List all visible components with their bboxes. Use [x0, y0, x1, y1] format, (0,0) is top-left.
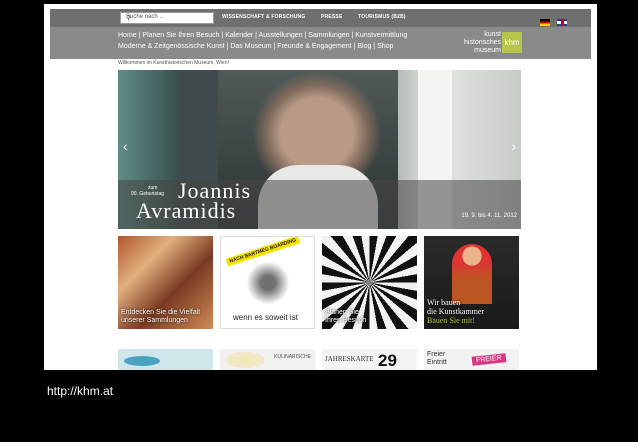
bottom-tile-4-tag: FREIER: [471, 353, 507, 366]
nav-blog[interactable]: Blog: [357, 43, 371, 50]
bottom-tile-2-label: KULINARISCHE: [274, 354, 311, 360]
nav-row-2: Moderne & Zeitgenössische Kunst | Das Mu…: [118, 43, 394, 50]
hero-small-text: zum 90. Geburtstag: [131, 185, 164, 197]
top-links: WISSENSCHAFT & FORSCHUNG PRESSE TOURISMU…: [222, 14, 420, 20]
tile-sammlungen[interactable]: Entdecken Sie die Vielfalt unserer Samml…: [118, 236, 213, 329]
bottom-tile-3-label: JAHRESKARTE: [325, 355, 374, 363]
nav-shop[interactable]: Shop: [377, 43, 393, 50]
tile-caption: Planen Sie Ihren Besuch: [325, 309, 366, 325]
tile-4-figure: [452, 244, 492, 304]
logo-text: kunst historisches museum: [464, 31, 501, 55]
tile-4-line-3: Bauen Sie mit!: [427, 316, 475, 325]
logo-line-1: kunst: [484, 31, 501, 38]
tile-caption: Wir bauen die Kunstkammer Bauen Sie mit!: [427, 298, 484, 325]
hero-prev-arrow-icon[interactable]: ‹: [123, 138, 128, 154]
tile-boarding[interactable]: NACH BARTMEG BOARDING wenn es soweit ist: [220, 236, 315, 329]
bottom-tile-3[interactable]: JAHRESKARTE 29: [322, 349, 417, 370]
logo-line-2: historisches: [464, 39, 501, 46]
bottom-tile-3-number: 29: [378, 351, 397, 370]
tile-1-line-2: unserer Sammlungen: [121, 317, 188, 324]
bottom-tile-4[interactable]: Freier Eintritt FREIER: [424, 349, 519, 370]
tile-1-line-1: Entdecken Sie die Vielfalt: [121, 309, 201, 316]
bottom-tile-2[interactable]: KULINARISCHE: [220, 349, 315, 370]
nav-planen[interactable]: Planen Sie Ihren Besuch: [142, 32, 219, 39]
bottom-tile-4-text: Freier Eintritt: [427, 351, 447, 367]
tile-2-caption: wenn es soweit ist: [233, 313, 298, 322]
welcome-text: Willkommen im Kunsthistorischen Museum, …: [118, 60, 229, 66]
nav-ausstellungen[interactable]: Ausstellungen: [259, 32, 303, 39]
scribble-drawing: [239, 262, 297, 304]
tile-3-line-1: Planen Sie: [325, 309, 359, 316]
url-caption: http://khm.at: [47, 384, 114, 398]
top-link-tourismus[interactable]: TOURISMUS (B2B): [358, 14, 406, 20]
khm-logo[interactable]: kunst historisches museum khm: [446, 29, 526, 57]
top-link-presse[interactable]: PRESSE: [321, 14, 343, 20]
nav-kunstvermittlung[interactable]: Kunstvermittlung: [355, 32, 407, 39]
hero-date: 19. 9. bis 4. 11. 2012: [461, 213, 517, 219]
tile-caption: Entdecken Sie die Vielfalt unserer Samml…: [121, 309, 200, 325]
hero-name-line-2: Avramidis: [136, 198, 237, 223]
bottom-tile-1-image: [124, 356, 160, 366]
bottom-tile-1[interactable]: [118, 349, 213, 370]
logo-mark: khm: [502, 32, 522, 53]
nav-sammlungen[interactable]: Sammlungen: [308, 32, 349, 39]
nav-moderne[interactable]: Moderne & Zeitgenössische Kunst: [118, 43, 225, 50]
tile-4-line-1: Wir bauen: [427, 298, 461, 307]
tile-besuch[interactable]: Planen Sie Ihren Besuch: [322, 236, 417, 329]
logo-line-3: museum: [474, 47, 501, 54]
nav-museum[interactable]: Das Museum: [230, 43, 271, 50]
nav-kalender[interactable]: Kalender: [225, 32, 253, 39]
search-icon[interactable]: ⚲: [126, 14, 210, 22]
search-input[interactable]: Suche nach ... ⚲: [120, 12, 214, 24]
top-link-wissenschaft[interactable]: WISSENSCHAFT & FORSCHUNG: [222, 14, 305, 20]
german-flag-icon[interactable]: [539, 19, 550, 26]
top-bar: Suche nach ... ⚲ WISSENSCHAFT & FORSCHUN…: [50, 9, 591, 27]
nav-home[interactable]: Home: [118, 32, 137, 39]
tile-4-line-2: die Kunstkammer: [427, 307, 485, 316]
english-flag-icon[interactable]: [557, 19, 567, 26]
nav-freunde[interactable]: Freunde & Engagement: [277, 43, 351, 50]
nav-row-1: Home | Planen Sie Ihren Besuch | Kalende…: [118, 32, 408, 39]
bottom-tile-4-line-1: Freier: [427, 351, 446, 358]
tile-3-line-2: Ihren Besuch: [325, 317, 367, 324]
hero-next-arrow-icon[interactable]: ›: [511, 138, 516, 154]
bottom-tile-2-image: [225, 352, 265, 368]
hero-slider[interactable]: ‹ › zum 90. Geburtstag Joannis Avramidis…: [118, 70, 521, 229]
hero-small-line-2: 90. Geburtstag: [131, 191, 165, 197]
tile-kunstkammer[interactable]: Wir bauen die Kunstkammer Bauen Sie mit!: [424, 236, 519, 329]
main-nav: Home | Planen Sie Ihren Besuch | Kalende…: [50, 27, 591, 59]
browser-page: Suche nach ... ⚲ WISSENSCHAFT & FORSCHUN…: [44, 4, 597, 370]
bottom-tile-4-line-2: Eintritt: [427, 359, 447, 366]
